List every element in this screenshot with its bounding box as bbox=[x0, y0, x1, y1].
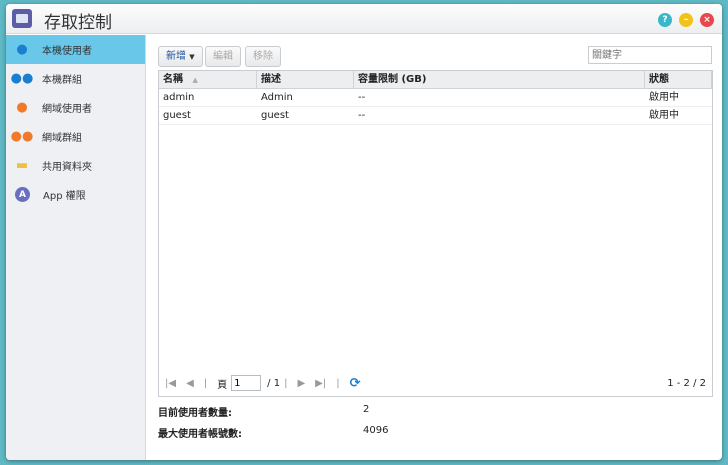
sidebar-item-label: 共用資料夾 bbox=[42, 162, 92, 173]
header-label: 名稱 bbox=[163, 74, 183, 85]
sidebar: ● 本機使用者 ●● 本機群組 ● 網域使用者 ●● 網域群組 ▬ 共用資料夾 A App … bbox=[6, 35, 146, 460]
domain-group-icon: ●● bbox=[10, 129, 34, 144]
sidebar-item-domain-groups[interactable]: ●● 網域群組 bbox=[6, 122, 145, 151]
cell-description: guest bbox=[261, 110, 289, 121]
close-icon[interactable]: × bbox=[700, 13, 714, 27]
page-input[interactable] bbox=[231, 375, 262, 391]
title-bar: 存取控制 ? – × bbox=[6, 4, 722, 34]
access-control-app-icon bbox=[12, 9, 32, 28]
sidebar-item-shared-folders[interactable]: ▬ 共用資料夾 bbox=[6, 151, 145, 180]
current-users-value: 2 bbox=[363, 404, 370, 415]
max-users-label: 最大使用者帳號數: bbox=[158, 429, 242, 440]
chevron-down-icon: ▼ bbox=[189, 53, 195, 61]
help-icon[interactable]: ? bbox=[658, 13, 672, 27]
column-name[interactable]: 名稱 ▲ bbox=[159, 71, 257, 88]
add-label: 新增 bbox=[166, 51, 186, 62]
cell-description: Admin bbox=[261, 92, 293, 103]
minimize-icon[interactable]: – bbox=[679, 13, 693, 27]
add-button[interactable]: 新增 ▼ bbox=[158, 46, 203, 67]
cell-status: 啟用中 bbox=[649, 110, 679, 121]
sort-asc-icon: ▲ bbox=[192, 76, 198, 84]
column-description[interactable]: 描述 bbox=[257, 71, 354, 88]
pagination-bar: |◀ ◀ | 頁 / 1 | ▶ ▶| | ⟳ 1 - 2 / 2 bbox=[159, 370, 712, 396]
sidebar-item-domain-users[interactable]: ● 網域使用者 bbox=[6, 93, 145, 122]
users-table: 名稱 ▲ 描述 容量限制 (GB) 狀態 admin Admin -- 啟用中 … bbox=[158, 70, 713, 397]
prev-page-icon[interactable]: ◀ bbox=[186, 378, 194, 389]
remove-button[interactable]: 移除 bbox=[245, 46, 281, 67]
table-row[interactable]: guest guest -- 啟用中 bbox=[159, 107, 712, 125]
max-users-value: 4096 bbox=[363, 425, 389, 436]
sidebar-item-label: 網域使用者 bbox=[42, 104, 92, 115]
cell-quota: -- bbox=[358, 110, 366, 121]
search-input[interactable] bbox=[588, 46, 712, 64]
refresh-icon[interactable]: ⟳ bbox=[350, 376, 361, 391]
folder-icon: ▬ bbox=[15, 158, 29, 173]
cell-name: admin bbox=[163, 92, 195, 103]
current-users-label: 目前使用者數量: bbox=[158, 408, 232, 419]
page-total: / 1 bbox=[267, 377, 281, 389]
page-label: 頁 bbox=[217, 379, 228, 391]
main-panel: 新增 ▼ 編輯 移除 名稱 ▲ 描述 容量限制 (GB) 狀態 admin Ad… bbox=[158, 35, 722, 460]
sidebar-item-local-groups[interactable]: ●● 本機群組 bbox=[6, 64, 145, 93]
next-page-icon[interactable]: ▶ bbox=[297, 378, 305, 389]
record-range: 1 - 2 / 2 bbox=[667, 377, 706, 389]
sidebar-item-label: 網域群組 bbox=[42, 133, 82, 144]
access-control-window: 存取控制 ? – × ● 本機使用者 ●● 本機群組 ● 網域使用者 ●● 網域群組 ▬… bbox=[6, 4, 722, 460]
cell-quota: -- bbox=[358, 92, 366, 103]
sidebar-item-label: 本機群組 bbox=[42, 75, 82, 86]
sidebar-item-app-privileges[interactable]: A App 權限 bbox=[6, 180, 145, 209]
table-row[interactable]: admin Admin -- 啟用中 bbox=[159, 89, 712, 107]
cell-status: 啟用中 bbox=[649, 92, 679, 103]
last-page-icon[interactable]: ▶| bbox=[315, 378, 326, 389]
column-status[interactable]: 狀態 bbox=[645, 71, 712, 88]
sidebar-item-local-users[interactable]: ● 本機使用者 bbox=[6, 35, 145, 64]
table-header: 名稱 ▲ 描述 容量限制 (GB) 狀態 bbox=[159, 71, 712, 89]
column-quota[interactable]: 容量限制 (GB) bbox=[354, 71, 645, 88]
domain-user-icon: ● bbox=[16, 100, 28, 115]
app-icon: A bbox=[15, 187, 30, 202]
user-icon: ● bbox=[16, 42, 28, 57]
group-icon: ●● bbox=[10, 71, 34, 86]
sidebar-item-label: 本機使用者 bbox=[42, 46, 92, 57]
first-page-icon[interactable]: |◀ bbox=[165, 378, 176, 389]
cell-name: guest bbox=[163, 110, 191, 121]
sidebar-item-label: App 權限 bbox=[43, 191, 86, 202]
window-title: 存取控制 bbox=[44, 13, 112, 33]
edit-button[interactable]: 編輯 bbox=[205, 46, 241, 67]
